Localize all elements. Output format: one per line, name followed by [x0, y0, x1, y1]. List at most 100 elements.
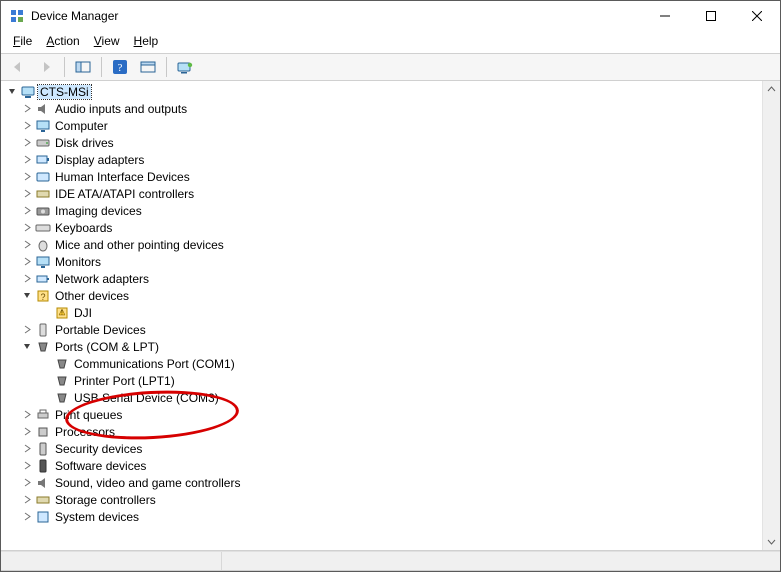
- scroll-down-button[interactable]: [763, 533, 780, 550]
- chevron-right-icon[interactable]: [20, 153, 34, 167]
- tree-item-storage[interactable]: Storage controllers: [1, 491, 763, 508]
- properties-button[interactable]: [135, 55, 161, 79]
- chevron-right-icon[interactable]: [20, 204, 34, 218]
- svg-text:?: ?: [40, 292, 45, 302]
- menubar: File Action View Help: [1, 31, 780, 53]
- menu-help[interactable]: Help: [127, 33, 166, 49]
- monitor-icon: [35, 254, 51, 270]
- security-icon: [35, 441, 51, 457]
- cpu-icon: [35, 424, 51, 440]
- device-manager-window: Device Manager File Action View Help: [0, 0, 781, 572]
- tree-item-ports-usb-com3[interactable]: USB Serial Device (COM3): [1, 389, 763, 406]
- chevron-right-icon[interactable]: [20, 136, 34, 150]
- tree-item-ide[interactable]: IDE ATA/ATAPI controllers: [1, 185, 763, 202]
- tree-root-label[interactable]: CTS-MSi: [38, 85, 91, 99]
- menu-file[interactable]: File: [6, 33, 39, 49]
- chevron-right-icon[interactable]: [20, 255, 34, 269]
- chevron-down-icon[interactable]: [5, 85, 19, 99]
- chevron-down-icon[interactable]: [20, 289, 34, 303]
- tree-item-printq[interactable]: Print queues: [1, 406, 763, 423]
- scroll-up-button[interactable]: [763, 81, 780, 98]
- tree-item-ports[interactable]: Ports (COM & LPT): [1, 338, 763, 355]
- scan-hardware-button[interactable]: [172, 55, 198, 79]
- tree-item-computer[interactable]: Computer: [1, 117, 763, 134]
- warning-device-icon: !: [54, 305, 70, 321]
- nav-forward-button[interactable]: [33, 55, 59, 79]
- show-tree-button[interactable]: [70, 55, 96, 79]
- chevron-right-icon[interactable]: [20, 493, 34, 507]
- maximize-button[interactable]: [688, 1, 734, 31]
- tree-item-keyboards[interactable]: Keyboards: [1, 219, 763, 236]
- chevron-right-icon[interactable]: [20, 221, 34, 235]
- unknown-device-icon: ?: [35, 288, 51, 304]
- chevron-right-icon[interactable]: [20, 102, 34, 116]
- tree-item-sound[interactable]: Sound, video and game controllers: [1, 474, 763, 491]
- toolbar-separator: [64, 57, 65, 77]
- tree-item-audio[interactable]: Audio inputs and outputs: [1, 100, 763, 117]
- status-pane: [222, 552, 780, 570]
- chevron-right-icon[interactable]: [20, 408, 34, 422]
- window-title: Device Manager: [31, 9, 118, 23]
- tree-item-portable[interactable]: Portable Devices: [1, 321, 763, 338]
- menu-view[interactable]: View: [87, 33, 127, 49]
- tree-item-mice[interactable]: Mice and other pointing devices: [1, 236, 763, 253]
- content-area: CTS-MSi Audio inputs and outputs Compute…: [1, 81, 780, 571]
- app-icon: [9, 8, 25, 24]
- menu-action[interactable]: Action: [39, 33, 86, 49]
- device-tree[interactable]: CTS-MSi Audio inputs and outputs Compute…: [1, 81, 763, 550]
- tree-item-other-dji[interactable]: ! DJI: [1, 304, 763, 321]
- vertical-scrollbar[interactable]: [762, 81, 780, 550]
- port-icon: [35, 339, 51, 355]
- tree-item-display[interactable]: Display adapters: [1, 151, 763, 168]
- tree-item-processors[interactable]: Processors: [1, 423, 763, 440]
- network-icon: [35, 271, 51, 287]
- window-controls: [642, 1, 780, 31]
- tree-item-other[interactable]: ? Other devices: [1, 287, 763, 304]
- chevron-right-icon[interactable]: [20, 476, 34, 490]
- system-icon: [35, 509, 51, 525]
- port-icon: [54, 356, 70, 372]
- port-icon: [54, 390, 70, 406]
- tree-root[interactable]: CTS-MSi: [1, 83, 763, 100]
- chevron-right-icon[interactable]: [20, 425, 34, 439]
- mouse-icon: [35, 237, 51, 253]
- chevron-right-icon[interactable]: [20, 459, 34, 473]
- chevron-right-icon[interactable]: [20, 187, 34, 201]
- storage-icon: [35, 492, 51, 508]
- ide-icon: [35, 186, 51, 202]
- tree-item-disk[interactable]: Disk drives: [1, 134, 763, 151]
- svg-text:?: ?: [118, 62, 123, 74]
- titlebar[interactable]: Device Manager: [1, 1, 780, 31]
- tree-item-hid[interactable]: Human Interface Devices: [1, 168, 763, 185]
- chevron-right-icon[interactable]: [20, 238, 34, 252]
- tree-item-imaging[interactable]: Imaging devices: [1, 202, 763, 219]
- chevron-right-icon[interactable]: [20, 272, 34, 286]
- chevron-right-icon[interactable]: [20, 119, 34, 133]
- display-adapter-icon: [35, 152, 51, 168]
- toolbar: ?: [1, 53, 780, 81]
- tree-item-ports-com1[interactable]: Communications Port (COM1): [1, 355, 763, 372]
- chevron-right-icon[interactable]: [20, 323, 34, 337]
- chevron-right-icon[interactable]: [20, 510, 34, 524]
- chevron-right-icon[interactable]: [20, 442, 34, 456]
- tree-item-ports-lpt1[interactable]: Printer Port (LPT1): [1, 372, 763, 389]
- keyboard-icon: [35, 220, 51, 236]
- chevron-right-icon[interactable]: [20, 170, 34, 184]
- tree-item-monitors[interactable]: Monitors: [1, 253, 763, 270]
- tree-item-system[interactable]: System devices: [1, 508, 763, 525]
- software-icon: [35, 458, 51, 474]
- chevron-down-icon[interactable]: [20, 340, 34, 354]
- speaker-icon: [35, 475, 51, 491]
- close-button[interactable]: [734, 1, 780, 31]
- tree-item-security[interactable]: Security devices: [1, 440, 763, 457]
- minimize-button[interactable]: [642, 1, 688, 31]
- tree-item-network[interactable]: Network adapters: [1, 270, 763, 287]
- toolbar-separator: [101, 57, 102, 77]
- drive-icon: [35, 135, 51, 151]
- speaker-icon: [35, 101, 51, 117]
- printer-icon: [35, 407, 51, 423]
- hid-icon: [35, 169, 51, 185]
- nav-back-button[interactable]: [5, 55, 31, 79]
- tree-item-software[interactable]: Software devices: [1, 457, 763, 474]
- help-button[interactable]: ?: [107, 55, 133, 79]
